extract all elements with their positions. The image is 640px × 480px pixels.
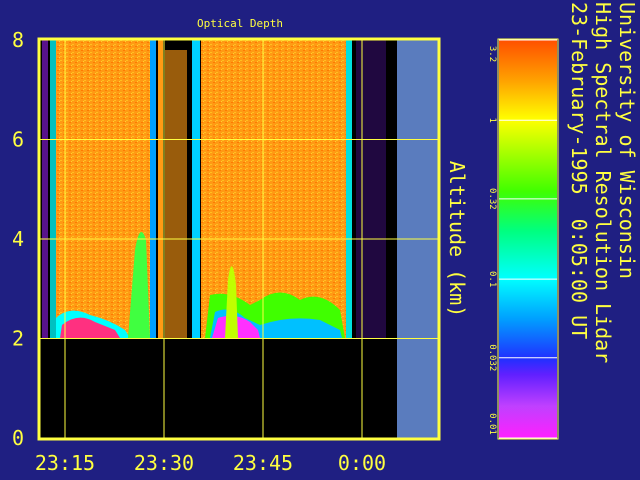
cb-tick-0.1: 0.1: [487, 271, 497, 287]
cb-tick-1: 1: [487, 118, 497, 123]
x-tick-23-30: 23:30: [134, 451, 194, 475]
edge-4: [192, 40, 200, 338]
y-tick-6: 6: [12, 128, 24, 152]
colorbar: [499, 40, 557, 438]
side-text: University of WisconsinHigh Spectral Res…: [567, 2, 639, 363]
cloud-strip-1: [165, 50, 187, 338]
x-tick-0-00: 0:00: [338, 451, 386, 475]
speckle-col-2: [356, 40, 386, 338]
side-text-1: University of Wisconsin: [615, 2, 639, 279]
side-text-2: High Spectral Resolution Lidar: [591, 2, 615, 363]
x-tick-23-15: 23:15: [35, 451, 95, 475]
x-tick-labels: 23:15 23:30 23:45 0:00: [35, 451, 386, 475]
y-axis-label: Altitude (km): [445, 161, 469, 318]
chart-title: Optical Depth: [197, 17, 283, 30]
cb-tick-0.32: 0.32: [487, 188, 497, 210]
edge-3: [158, 40, 163, 338]
edge-1: [50, 40, 56, 338]
cloud-layer: [42, 40, 386, 338]
y-tick-labels: 0 2 4 6 8: [12, 28, 24, 450]
cb-tick-3.2: 3.2: [487, 46, 497, 62]
x-tick-23-45: 23:45: [233, 451, 293, 475]
y-tick-4: 4: [12, 227, 24, 251]
cb-tick-0.032: 0.032: [487, 344, 497, 371]
speckle-col-1: [42, 40, 48, 338]
y-tick-2: 2: [12, 327, 24, 351]
edge-2: [150, 40, 156, 338]
y-tick-8: 8: [12, 28, 24, 52]
edge-5: [346, 40, 352, 338]
lidar-chart: Optical Depth 02468 23:15 23:30 23:45 0:00 …: [12, 2, 639, 475]
side-text-3: 23-February-1995 0:05:00 UT: [567, 2, 591, 339]
y-tick-0: 0: [12, 426, 24, 450]
cb-tick-0.01: 0.01: [487, 413, 497, 435]
